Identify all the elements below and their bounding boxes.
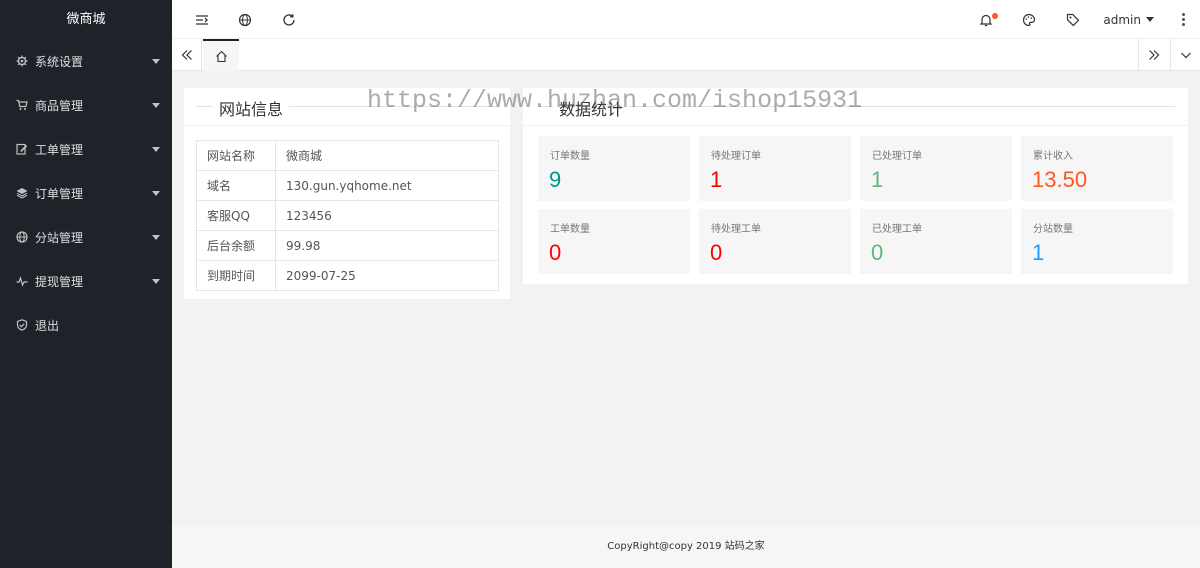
info-value: 微商城 [275, 140, 499, 171]
stat-value: 1 [871, 167, 884, 192]
notification-dot [992, 13, 998, 19]
scroll-right-button[interactable] [1138, 39, 1168, 71]
table-row: 到期时间 2099-07-25 [196, 260, 499, 291]
site-info-table: 网站名称 微商城 域名 130.gun.yqhome.net 客服QQ 1234… [196, 140, 499, 291]
sidebar: 微商城 系统设置 商品管理 工单管理 订单管理 分站管理 提现管理 退出 [0, 0, 172, 568]
caret-down-icon [1146, 17, 1154, 22]
caret-down-icon [152, 190, 160, 196]
stat-value: 1 [710, 167, 723, 192]
sidebar-item-withdrawals[interactable]: 提现管理 [0, 259, 172, 303]
info-key: 到期时间 [196, 260, 276, 291]
stat-pending-tickets: 待处理工单 0 [699, 209, 851, 274]
gear-icon [16, 55, 28, 67]
copyright-text: CopyRight@copy 2019 站码之家 [607, 541, 765, 552]
sidebar-item-substations[interactable]: 分站管理 [0, 215, 172, 259]
info-key: 域名 [196, 170, 276, 201]
sidebar-item-label: 商品管理 [35, 98, 84, 113]
info-value: 130.gun.yqhome.net [275, 170, 499, 201]
sidebar-menu: 系统设置 商品管理 工单管理 订单管理 分站管理 提现管理 退出 [0, 39, 172, 347]
sidebar-item-tickets[interactable]: 工单管理 [0, 127, 172, 171]
sidebar-item-label: 提现管理 [35, 274, 84, 289]
caret-down-icon [152, 278, 160, 284]
stat-label: 待处理工单 [711, 224, 761, 235]
home-icon [215, 50, 227, 62]
stat-label: 已处理工单 [872, 224, 922, 235]
stat-substation-count: 分站数量 1 [1021, 209, 1173, 274]
shield-icon [16, 319, 28, 331]
sidebar-item-products[interactable]: 商品管理 [0, 83, 172, 127]
brand-title: 微商城 [66, 12, 106, 27]
info-value: 2099-07-25 [275, 260, 499, 291]
double-chevron-left-icon [181, 50, 192, 60]
stat-order-count: 订单数量 9 [538, 136, 690, 201]
sidebar-item-label: 订单管理 [35, 186, 84, 201]
chevron-down-icon [1180, 52, 1191, 59]
stat-value: 13.50 [1032, 167, 1088, 192]
stat-value: 0 [549, 240, 562, 265]
card-header: 网站信息 [184, 88, 510, 126]
info-key: 网站名称 [196, 140, 276, 171]
table-row: 网站名称 微商城 [196, 140, 499, 171]
stat-processed-orders: 已处理订单 1 [860, 136, 1012, 201]
caret-down-icon [152, 234, 160, 240]
sidebar-item-orders[interactable]: 订单管理 [0, 171, 172, 215]
sidebar-item-system-settings[interactable]: 系统设置 [0, 39, 172, 83]
table-row: 后台余额 99.98 [196, 230, 499, 261]
sidebar-item-logout[interactable]: 退出 [0, 303, 172, 347]
card-title: 网站信息 [213, 96, 290, 120]
tab-bar [172, 39, 1200, 71]
theme-icon[interactable] [1017, 0, 1041, 39]
footer: CopyRight@copy 2019 站码之家 [172, 525, 1200, 568]
stat-label: 订单数量 [550, 151, 590, 162]
stat-label: 工单数量 [550, 224, 590, 235]
table-row: 客服QQ 123456 [196, 200, 499, 231]
stat-value: 0 [710, 240, 723, 265]
stat-total-income: 累计收入 13.50 [1021, 136, 1173, 201]
info-value: 99.98 [275, 230, 499, 261]
info-key: 后台余额 [196, 230, 276, 261]
caret-down-icon [152, 146, 160, 152]
stat-pending-orders: 待处理订单 1 [699, 136, 851, 201]
scroll-left-button[interactable] [172, 39, 202, 71]
user-menu[interactable]: admin [1103, 0, 1154, 39]
sidebar-item-label: 退出 [35, 318, 60, 333]
sidebar-item-label: 分站管理 [35, 230, 84, 245]
username: admin [1103, 12, 1141, 27]
stats-card: 数据统计 订单数量 9 待处理订单 1 已处理订单 1 累计收入 13.50 工… [523, 88, 1188, 284]
stat-ticket-count: 工单数量 0 [538, 209, 690, 274]
stat-value: 9 [549, 167, 562, 192]
info-value: 123456 [275, 200, 499, 231]
double-chevron-right-icon [1148, 50, 1159, 60]
sidebar-item-label: 系统设置 [35, 54, 84, 69]
card-header: 数据统计 [523, 88, 1188, 126]
layers-icon [16, 187, 28, 199]
globe-icon [16, 231, 28, 243]
pulse-icon [16, 275, 28, 287]
caret-down-icon [152, 58, 160, 64]
edit-icon [16, 143, 28, 155]
more-vertical-icon[interactable] [1176, 0, 1190, 39]
stat-label: 已处理订单 [872, 151, 922, 162]
stat-value: 0 [871, 240, 884, 265]
tag-icon[interactable] [1061, 0, 1085, 39]
cart-icon [16, 99, 28, 111]
stat-processed-tickets: 已处理工单 0 [860, 209, 1012, 274]
top-header: admin [172, 0, 1200, 39]
stat-value: 1 [1032, 240, 1045, 265]
bell-icon[interactable] [974, 0, 998, 39]
refresh-icon[interactable] [277, 0, 301, 39]
info-key: 客服QQ [196, 200, 276, 231]
tab-options-button[interactable] [1170, 39, 1200, 71]
table-row: 域名 130.gun.yqhome.net [196, 170, 499, 201]
stat-label: 分站数量 [1033, 224, 1073, 235]
caret-down-icon [152, 102, 160, 108]
stat-label: 待处理订单 [711, 151, 761, 162]
site-info-card: 网站信息 网站名称 微商城 域名 130.gun.yqhome.net 客服QQ… [184, 88, 510, 299]
card-title: 数据统计 [553, 96, 630, 120]
globe-icon[interactable] [233, 0, 257, 39]
menu-toggle-icon[interactable] [190, 0, 214, 39]
tab-home[interactable] [203, 39, 239, 71]
sidebar-item-label: 工单管理 [35, 142, 84, 157]
stat-label: 累计收入 [1033, 151, 1073, 162]
